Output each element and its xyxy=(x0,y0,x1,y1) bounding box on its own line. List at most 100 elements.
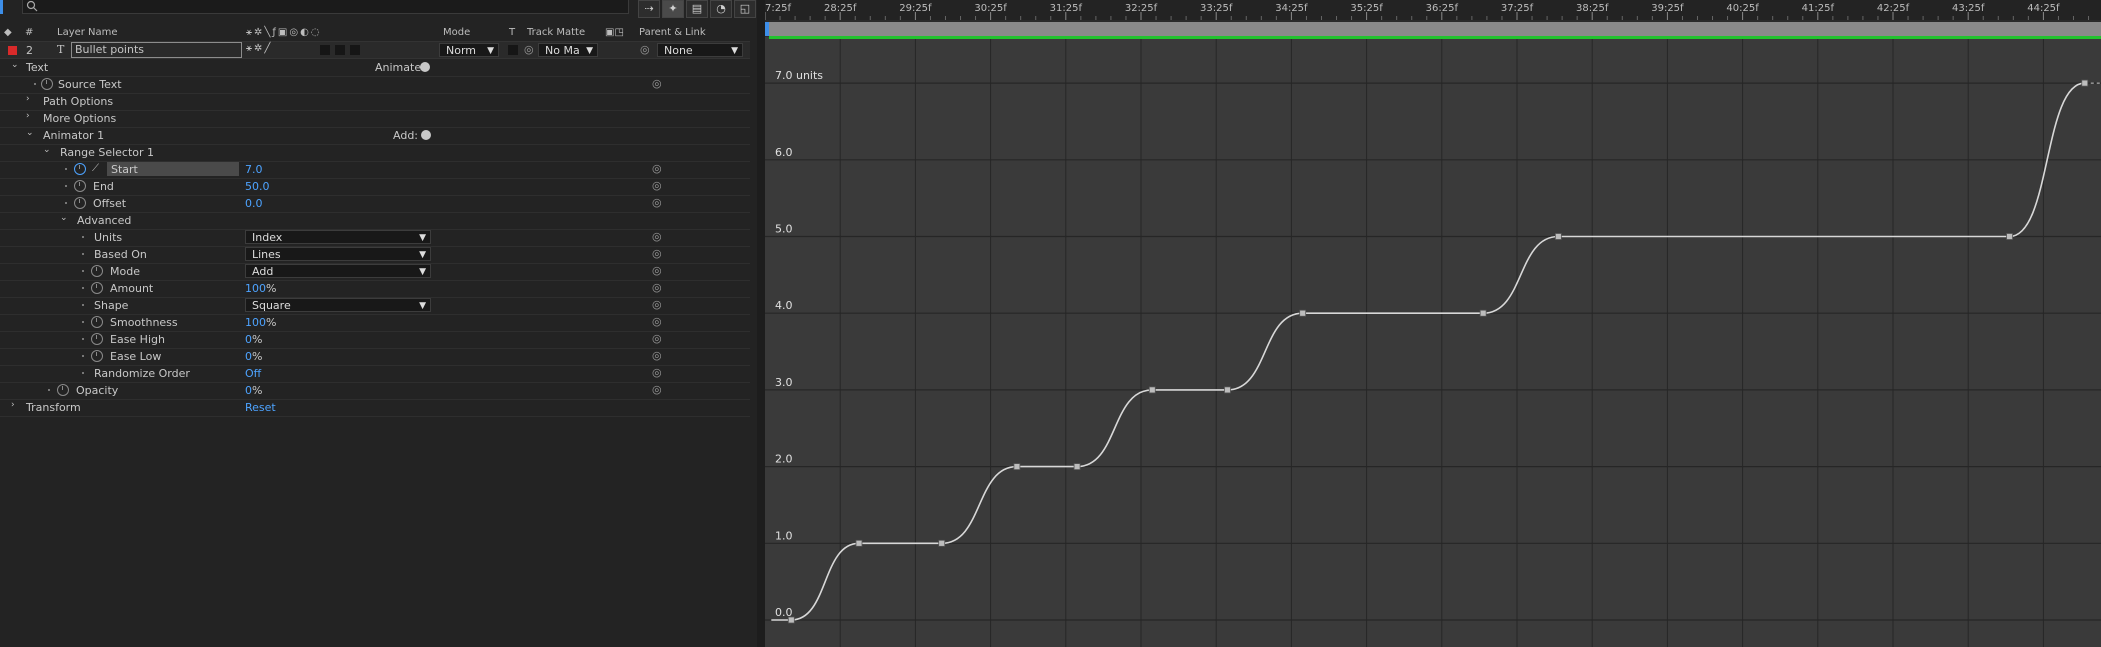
randomize-order-row[interactable]: Randomize Order Off ◎ xyxy=(0,365,750,383)
add-menu-button[interactable] xyxy=(421,130,431,140)
units-dropdown[interactable]: Index ▼ xyxy=(245,230,431,244)
comp-flowchart-icon[interactable]: ⇢ xyxy=(638,0,660,18)
panel-divider[interactable] xyxy=(757,0,765,647)
chevron-right-icon[interactable]: › xyxy=(26,94,36,104)
blend-mode-dropdown[interactable]: Norm ▼ xyxy=(439,43,499,57)
graph-editor-canvas[interactable]: 7:25f 28:25f 29:25f 30:25f 31:25f 32:25f 33:25… xyxy=(765,0,2101,647)
opacity-value[interactable]: 0% xyxy=(245,384,262,397)
pickwhip-icon[interactable]: ◎ xyxy=(652,350,664,362)
based-on-dropdown[interactable]: Lines ▼ xyxy=(245,247,431,261)
end-row[interactable]: End 50.0 ◎ xyxy=(0,178,750,196)
mode-row[interactable]: Mode Add ▼ ◎ xyxy=(0,263,750,281)
shy-layers-icon[interactable]: ▤ xyxy=(686,0,708,18)
start-value[interactable]: 7.0 xyxy=(245,163,263,176)
end-value[interactable]: 50.0 xyxy=(245,180,270,193)
based-on-row[interactable]: Based On Lines ▼ ◎ xyxy=(0,246,750,264)
preserve-transparency-box[interactable] xyxy=(508,45,518,55)
offset-value[interactable]: 0.0 xyxy=(245,197,263,210)
source-text-row[interactable]: Source Text ◎ xyxy=(0,76,750,94)
layer-name-column-header[interactable]: Layer Name xyxy=(57,27,118,38)
keyframe[interactable] xyxy=(1554,233,1562,240)
smoothness-row[interactable]: Smoothness 100% ◎ xyxy=(0,314,750,332)
stopwatch-icon[interactable] xyxy=(74,197,86,209)
ease-low-value[interactable]: 0% xyxy=(245,350,262,363)
motion-blur-icon[interactable]: ◔ xyxy=(710,0,732,18)
draft-3d-icon[interactable]: ✦ xyxy=(662,0,684,18)
pickwhip-icon[interactable]: ◎ xyxy=(652,299,664,311)
graph-editor[interactable]: 7:25f 28:25f 29:25f 30:25f 31:25f 32:25f 33:25… xyxy=(765,0,2101,647)
pickwhip-icon[interactable]: ◎ xyxy=(652,265,664,277)
parent-dropdown[interactable]: None ▼ xyxy=(657,43,743,57)
ease-low-row[interactable]: Ease Low 0% ◎ xyxy=(0,348,750,366)
chevron-right-icon[interactable]: › xyxy=(11,400,21,410)
pickwhip-icon[interactable]: ◎ xyxy=(652,197,664,209)
animate-menu-button[interactable] xyxy=(420,62,430,72)
track-matte-column-header[interactable]: Track Matte xyxy=(527,27,585,38)
chevron-right-icon[interactable]: › xyxy=(26,111,36,121)
keyframe[interactable] xyxy=(1299,309,1307,317)
search-icon[interactable] xyxy=(0,0,9,14)
keyframe[interactable] xyxy=(1073,463,1081,471)
layer-switches[interactable]: ⚹✲╱ xyxy=(246,43,272,54)
text-group-row[interactable]: ⌄ Text Animate: xyxy=(0,59,750,77)
units-row[interactable]: Units Index ▼ ◎ xyxy=(0,229,750,247)
search-input[interactable] xyxy=(22,0,629,14)
layer-name-field[interactable]: Bullet points xyxy=(71,42,242,58)
keyframe[interactable] xyxy=(2081,79,2089,87)
switch-box[interactable] xyxy=(335,45,345,55)
advanced-row[interactable]: ⌄ Advanced xyxy=(0,212,750,230)
pickwhip-icon[interactable]: ◎ xyxy=(652,282,664,294)
pickwhip-icon[interactable]: ◎ xyxy=(652,316,664,328)
range-selector-row[interactable]: ⌄ Range Selector 1 xyxy=(0,144,750,162)
shape-dropdown[interactable]: Square ▼ xyxy=(245,298,431,312)
pickwhip-icon[interactable]: ◎ xyxy=(652,163,664,175)
parent-pickwhip-icon[interactable]: ◎ xyxy=(640,43,650,56)
stopwatch-active-icon[interactable] xyxy=(74,163,86,175)
stopwatch-icon[interactable] xyxy=(91,316,103,328)
path-options-row[interactable]: › Path Options xyxy=(0,93,750,111)
pickwhip-icon[interactable]: ◎ xyxy=(652,333,664,345)
randomize-order-value[interactable]: Off xyxy=(245,367,261,380)
opacity-row[interactable]: Opacity 0% ◎ xyxy=(0,382,750,400)
animator-row[interactable]: ⌄ Animator 1 Add: xyxy=(0,127,750,145)
stopwatch-icon[interactable] xyxy=(91,350,103,362)
stopwatch-icon[interactable] xyxy=(91,282,103,294)
keyframe[interactable] xyxy=(787,616,795,624)
keyframe[interactable] xyxy=(1148,386,1156,394)
keyframe[interactable] xyxy=(938,539,946,547)
mode-column-header[interactable]: Mode xyxy=(443,27,470,38)
pickwhip-icon[interactable]: ◎ xyxy=(652,248,664,260)
parent-link-column-header[interactable]: Parent & Link xyxy=(639,27,706,38)
graph-editor-icon[interactable]: ◱ xyxy=(734,0,756,18)
ease-high-value[interactable]: 0% xyxy=(245,333,262,346)
pickwhip-icon[interactable]: ◎ xyxy=(652,231,664,243)
layer-label-color[interactable] xyxy=(8,46,17,55)
more-options-row[interactable]: › More Options xyxy=(0,110,750,128)
chevron-down-icon[interactable]: ⌄ xyxy=(43,145,53,155)
amount-row[interactable]: Amount 100% ◎ xyxy=(0,280,750,298)
smoothness-value[interactable]: 100% xyxy=(245,316,276,329)
chevron-down-icon[interactable]: ⌄ xyxy=(11,60,21,70)
label-column-icon[interactable]: ◆ xyxy=(4,27,12,38)
mode-dropdown[interactable]: Add ▼ xyxy=(245,264,431,278)
ease-high-row[interactable]: Ease High 0% ◎ xyxy=(0,331,750,349)
shape-row[interactable]: Shape Square ▼ ◎ xyxy=(0,297,750,315)
track-matte-pickwhip-icon[interactable]: ◎ xyxy=(524,43,534,56)
chevron-down-icon[interactable]: ⌄ xyxy=(26,128,36,138)
track-matte-dropdown[interactable]: No Ma ▼ xyxy=(538,43,598,57)
switch-box[interactable] xyxy=(320,45,330,55)
pickwhip-icon[interactable]: ◎ xyxy=(652,367,664,379)
amount-value[interactable]: 100% xyxy=(245,282,276,295)
pickwhip-icon[interactable]: ◎ xyxy=(652,78,664,90)
switch-box[interactable] xyxy=(350,45,360,55)
stopwatch-icon[interactable] xyxy=(91,265,103,277)
stopwatch-icon[interactable] xyxy=(74,180,86,192)
start-row[interactable]: ⟋ Start 7.0 ◎ xyxy=(0,161,750,179)
keyframe[interactable] xyxy=(2006,233,2013,240)
graph-toggle-icon[interactable]: ⟋ xyxy=(92,163,99,174)
reset-link[interactable]: Reset xyxy=(245,401,276,414)
stopwatch-icon[interactable] xyxy=(91,333,103,345)
layer-row[interactable]: 2 T Bullet points ⚹✲╱ Norm ▼ ◎ No Ma ▼ ◎ N… xyxy=(0,42,750,59)
chevron-down-icon[interactable]: ⌄ xyxy=(60,213,70,223)
keyframe[interactable] xyxy=(1224,386,1231,394)
